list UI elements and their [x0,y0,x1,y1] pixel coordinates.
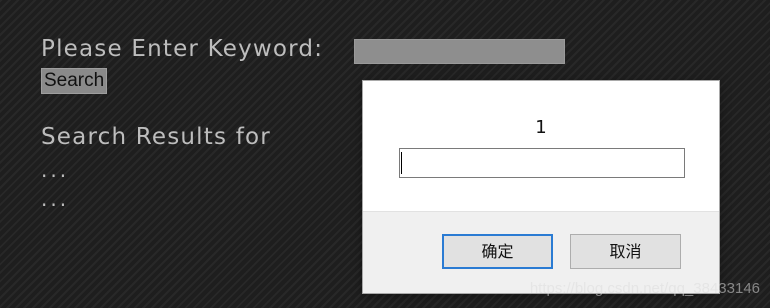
results-title: Search Results for [41,124,271,150]
search-button[interactable]: Search [41,68,108,94]
ok-button[interactable]: 确定 [442,234,553,269]
page: Please Enter Keyword: Search Search Resu… [0,0,770,308]
text-caret [401,152,402,174]
keyword-label: Please Enter Keyword: [41,36,324,62]
cancel-button[interactable]: 取消 [570,234,681,269]
prompt-dialog: 1 确定 取消 [362,80,720,294]
keyword-input[interactable] [354,39,565,64]
results-placeholder-2: ... [41,187,70,211]
dialog-input[interactable] [399,148,685,178]
results-placeholder-1: ... [41,158,70,182]
watermark: https://blog.csdn.net/qq_38433146 [529,280,760,297]
dialog-message: 1 [535,117,547,138]
